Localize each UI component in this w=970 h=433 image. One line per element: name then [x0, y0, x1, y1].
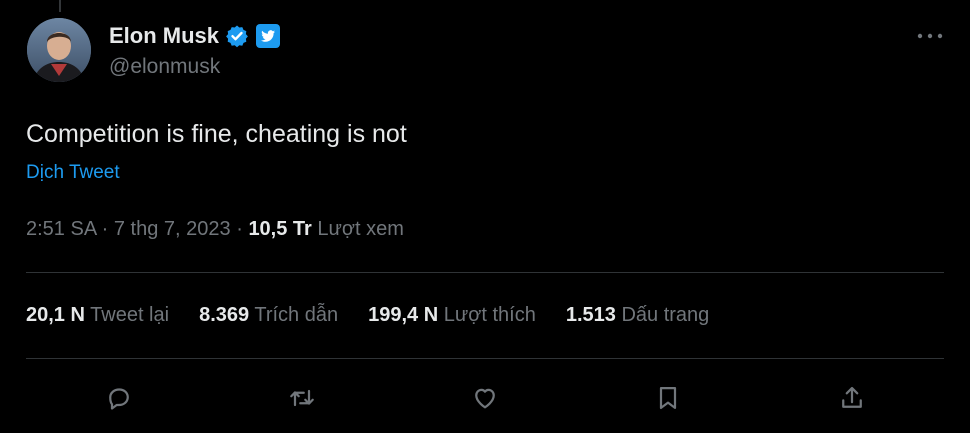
author-name[interactable]: Elon Musk: [109, 23, 219, 49]
likes-label: Lượt thích: [443, 304, 536, 326]
meta-separator: ·: [236, 218, 243, 240]
retweets-label: Tweet lại: [90, 304, 170, 326]
more-dots-icon: [917, 33, 943, 39]
action-bar: [0, 374, 970, 420]
tweet-text: Competition is fine, cheating is not: [26, 120, 407, 148]
bookmarks-stat[interactable]: 1.513 Dấu trang: [566, 304, 709, 327]
share-icon: [842, 386, 862, 408]
tweet-time[interactable]: 2:51 SA: [26, 218, 96, 240]
author-handle[interactable]: @elonmusk: [109, 55, 220, 79]
views-label: Lượt xem: [317, 218, 404, 240]
like-icon: [475, 388, 495, 409]
avatar[interactable]: [27, 18, 91, 82]
more-options-button[interactable]: [916, 24, 944, 48]
meta-separator: ·: [101, 218, 109, 240]
likes-count: 199,4 N: [368, 304, 439, 326]
verified-badge-icon[interactable]: [225, 24, 249, 48]
retweets-count: 20,1 N: [26, 304, 85, 326]
retweet-icon: [290, 389, 314, 407]
quotes-stat[interactable]: 8.369 Trích dẫn: [199, 304, 338, 327]
engagement-stats: 20,1 N Tweet lại 8.369 Trích dẫn 199,4 N…: [26, 304, 709, 327]
views-count: 10,5 Tr: [248, 218, 312, 240]
retweets-stat[interactable]: 20,1 N Tweet lại: [26, 304, 169, 327]
likes-stat[interactable]: 199,4 N Lượt thích: [368, 304, 536, 327]
divider-bottom: [26, 358, 944, 359]
bookmark-button[interactable]: [648, 378, 688, 418]
reply-icon: [109, 388, 129, 410]
quotes-label: Trích dẫn: [254, 304, 339, 326]
twitter-bird-icon[interactable]: [255, 23, 281, 49]
translate-tweet-link[interactable]: Dịch Tweet: [26, 162, 120, 184]
bookmark-icon: [659, 386, 677, 410]
author-name-row: Elon Musk: [109, 22, 281, 50]
quotes-count: 8.369: [199, 304, 250, 326]
share-button[interactable]: [832, 378, 872, 418]
tweet-meta: 2:51 SA · 7 thg 7, 2023 · 10,5 Tr Lượt x…: [26, 218, 404, 241]
bookmarks-count: 1.513: [565, 304, 616, 326]
reply-button[interactable]: [99, 378, 139, 418]
bookmarks-label: Dấu trang: [621, 304, 710, 326]
retweet-button[interactable]: [282, 378, 322, 418]
tweet-date[interactable]: 7 thg 7, 2023: [114, 218, 231, 240]
thread-line: [59, 0, 61, 12]
divider-top: [26, 272, 944, 273]
like-button[interactable]: [465, 378, 505, 418]
avatar-image: [27, 18, 91, 82]
